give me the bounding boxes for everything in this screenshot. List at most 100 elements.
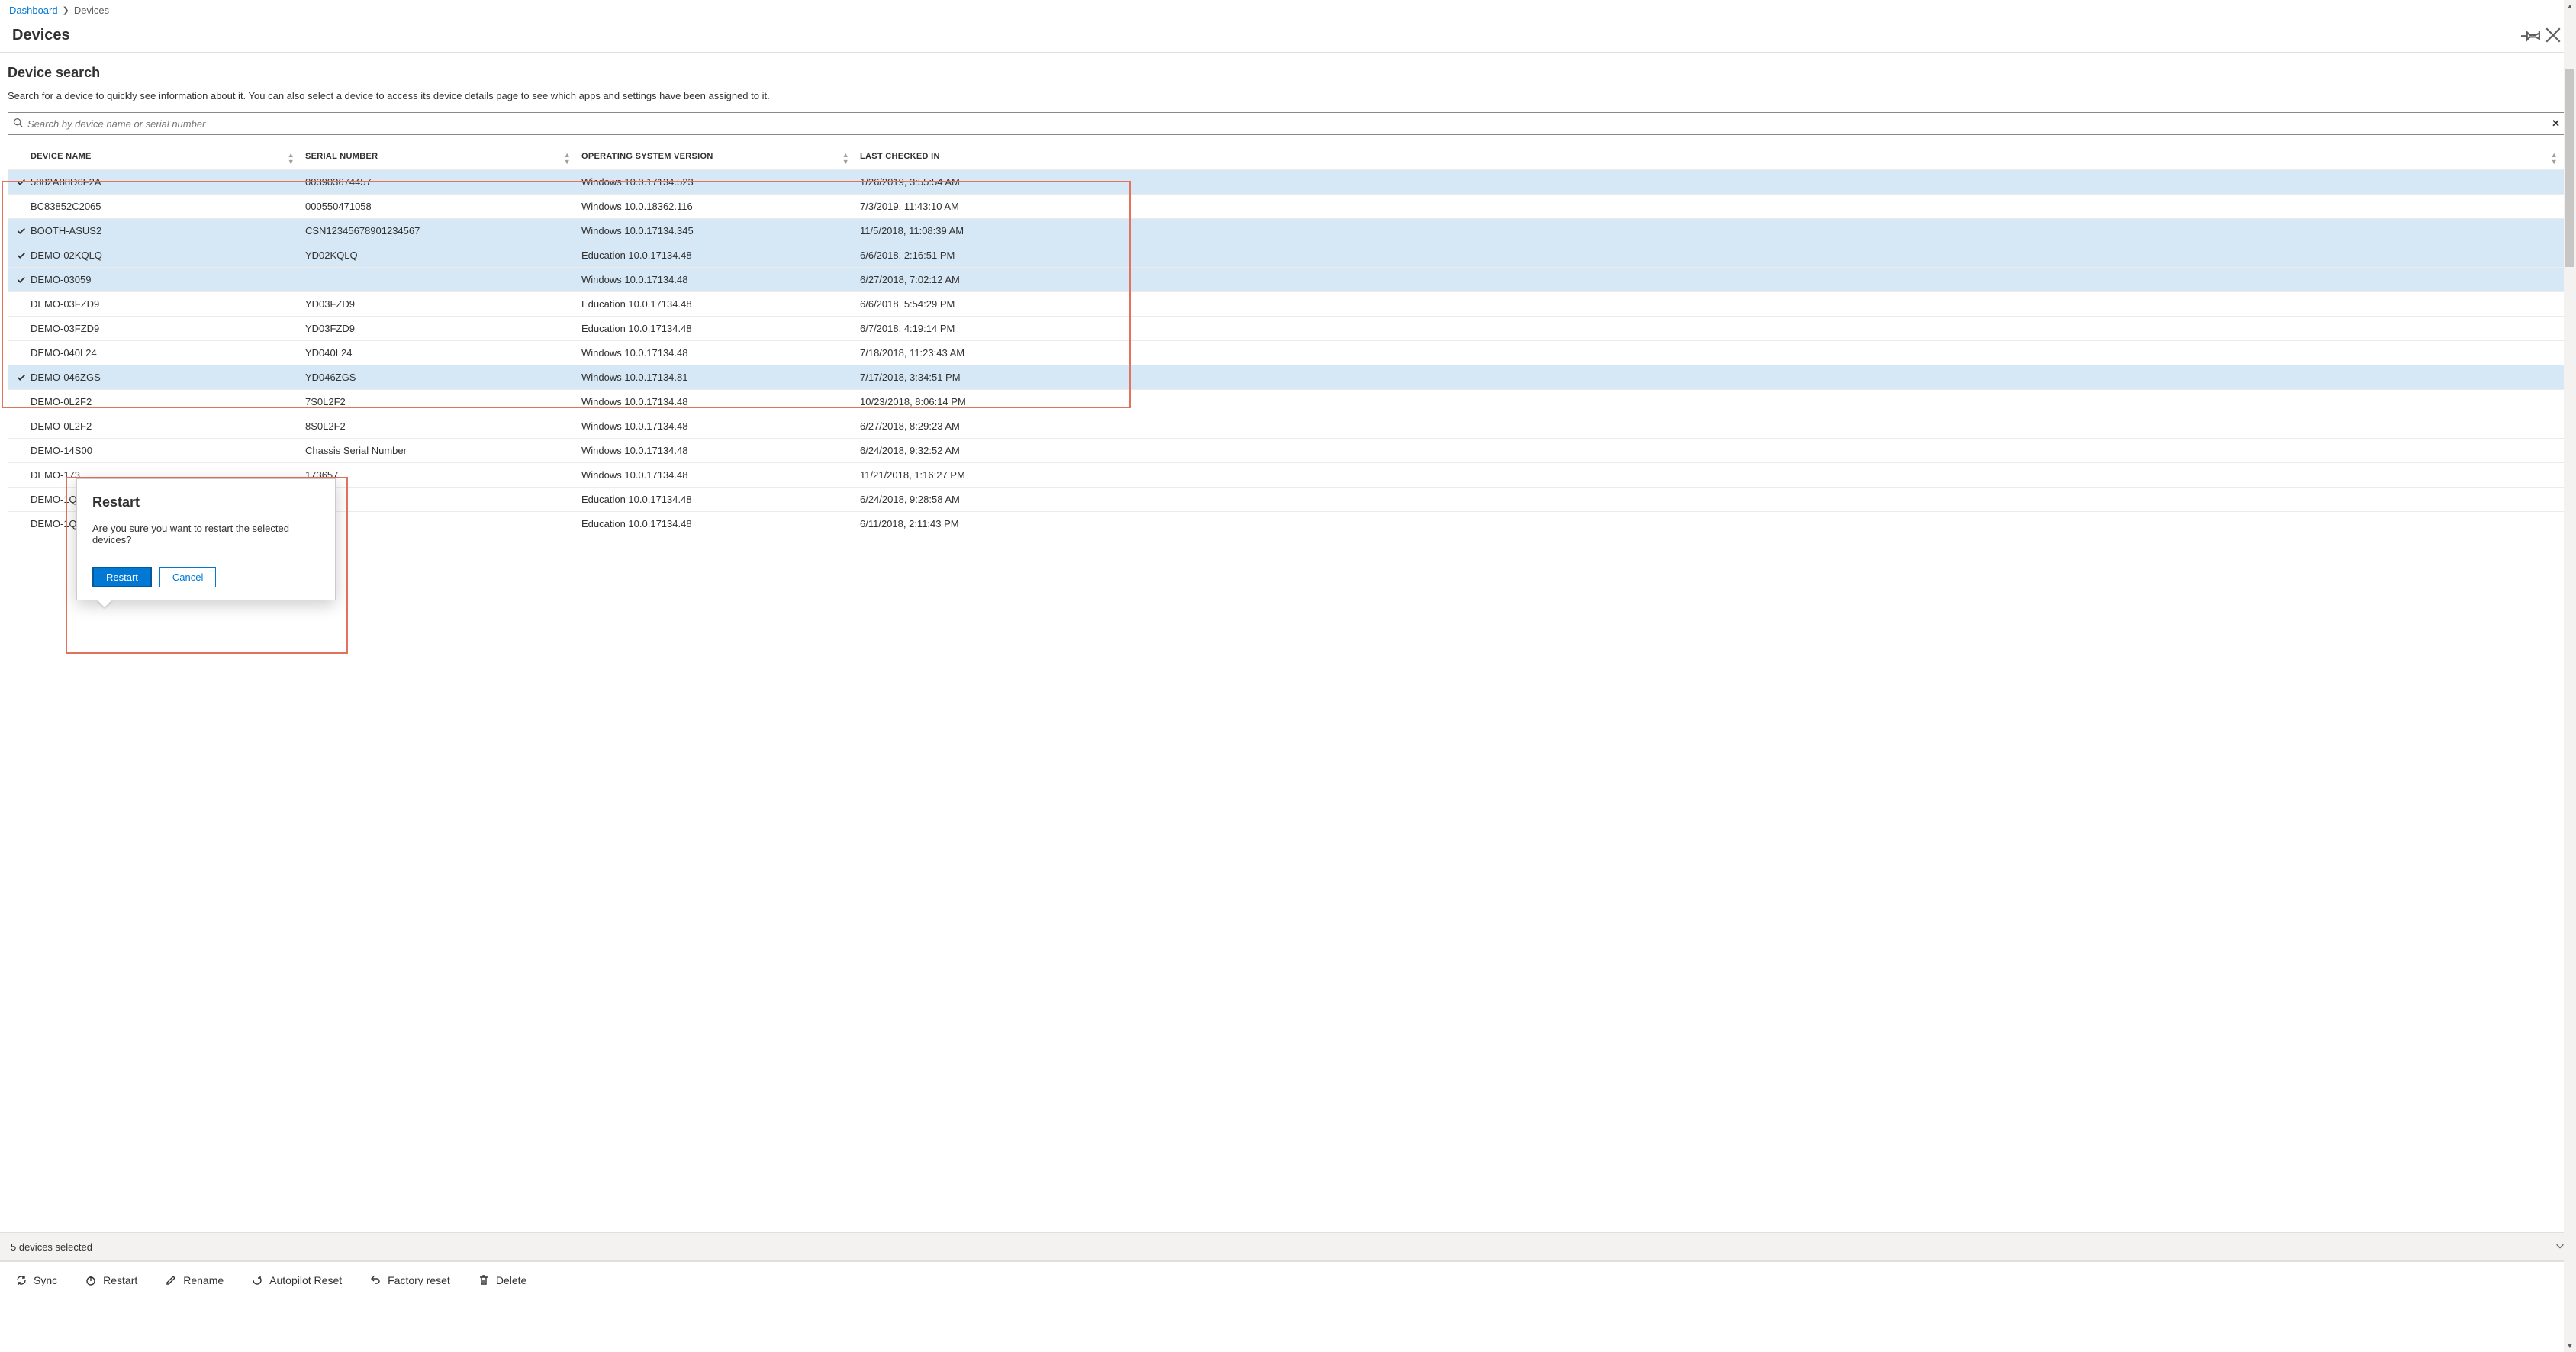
cell-serial: 000550471058	[305, 201, 581, 212]
action-bar: Sync Restart Rename Autopilot Reset Fact…	[0, 1261, 2576, 1298]
cell-checkin: 6/24/2018, 9:28:58 AM	[860, 494, 2568, 505]
table-row[interactable]: DEMO-0L2F27S0L2F2Windows 10.0.17134.4810…	[8, 390, 2568, 414]
pin-icon[interactable]	[2521, 24, 2542, 46]
factory-label: Factory reset	[388, 1274, 450, 1286]
sort-icon: ▲▼	[288, 152, 295, 166]
cell-device-name: BC83852C2065	[31, 201, 305, 212]
factory-reset-button[interactable]: Factory reset	[365, 1271, 455, 1289]
cell-serial: YD03FZD9	[305, 298, 581, 310]
cell-os: Windows 10.0.17134.81	[581, 372, 860, 383]
cell-os: Windows 10.0.18362.116	[581, 201, 860, 212]
undo-icon	[369, 1274, 382, 1286]
table-row[interactable]: DEMO-173173657Windows 10.0.17134.4811/21…	[8, 463, 2568, 488]
cell-serial: 7S0L2F2	[305, 396, 581, 407]
rename-button[interactable]: Rename	[160, 1271, 228, 1289]
sort-icon: ▲▼	[2551, 152, 2558, 166]
section-description: Search for a device to quickly see infor…	[8, 90, 2568, 101]
search-icon	[13, 117, 23, 130]
table-row[interactable]: DEMO-0L2F28S0L2F2Windows 10.0.17134.486/…	[8, 414, 2568, 439]
restart-dialog: Restart Are you sure you want to restart…	[76, 478, 336, 600]
cell-checkin: 6/6/2018, 5:54:29 PM	[860, 298, 2568, 310]
column-header-checkin[interactable]: LAST CHECKED IN▲▼	[860, 152, 2568, 161]
cell-checkin: 6/7/2018, 4:19:14 PM	[860, 323, 2568, 334]
scroll-down-icon[interactable]: ▼	[2564, 1340, 2576, 1352]
cell-checkin: 6/24/2018, 9:32:52 AM	[860, 445, 2568, 456]
table-row[interactable]: DEMO-046ZGSYD046ZGSWindows 10.0.17134.81…	[8, 365, 2568, 390]
search-input[interactable]	[27, 118, 2549, 130]
cell-device-name: DEMO-03FZD9	[31, 323, 305, 334]
table-row[interactable]: 5882A88D6F2A003903674457Windows 10.0.171…	[8, 170, 2568, 195]
clear-search-icon[interactable]: ✕	[2549, 117, 2563, 130]
row-checkbox[interactable]	[12, 372, 31, 383]
cell-serial: Chassis Serial Number	[305, 445, 581, 456]
cell-device-name: DEMO-0L2F2	[31, 420, 305, 432]
breadcrumb: Dashboard ❯ Devices	[0, 0, 2576, 21]
scrollbar[interactable]: ▲ ▼	[2564, 0, 2576, 1352]
delete-button[interactable]: Delete	[473, 1271, 531, 1289]
table-row[interactable]: BOOTH-ASUS2CSN12345678901234567Windows 1…	[8, 219, 2568, 243]
cell-os: Windows 10.0.17134.523	[581, 176, 860, 188]
cell-device-name: DEMO-0L2F2	[31, 396, 305, 407]
cell-device-name: DEMO-03FZD9	[31, 298, 305, 310]
restart-button[interactable]: Restart	[80, 1271, 142, 1289]
table-row[interactable]: DEMO-03059 Windows 10.0.17134.486/27/2018…	[8, 268, 2568, 292]
cell-checkin: 1/26/2019, 3:55:54 AM	[860, 176, 2568, 188]
autopilot-reset-button[interactable]: Autopilot Reset	[246, 1271, 346, 1289]
selection-bar: 5 devices selected	[0, 1232, 2576, 1261]
page-title: Devices	[12, 27, 2521, 44]
cell-os: Education 10.0.17134.48	[581, 249, 860, 261]
cell-serial: CPG	[305, 518, 581, 530]
table-row[interactable]: DEMO-1Q0CPGEducation 10.0.17134.486/11/2…	[8, 512, 2568, 536]
cell-checkin: 11/5/2018, 11:08:39 AM	[860, 225, 2568, 237]
dialog-caret-icon	[97, 600, 112, 607]
cell-device-name: 5882A88D6F2A	[31, 176, 305, 188]
cell-checkin: 6/11/2018, 2:11:43 PM	[860, 518, 2568, 530]
row-checkbox[interactable]	[12, 250, 31, 261]
column-header-name[interactable]: DEVICE NAME▲▼	[31, 152, 305, 161]
search-box[interactable]: ✕	[8, 112, 2568, 135]
cell-serial: 003903674457	[305, 176, 581, 188]
cell-device-name: DEMO-03059	[31, 274, 305, 285]
close-icon[interactable]	[2542, 24, 2564, 46]
autopilot-label: Autopilot Reset	[269, 1274, 342, 1286]
cell-checkin: 6/27/2018, 8:29:23 AM	[860, 420, 2568, 432]
table-row[interactable]: DEMO-02KQLQYD02KQLQEducation 10.0.17134.…	[8, 243, 2568, 268]
cell-serial: YD02KQLQ	[305, 249, 581, 261]
table-row[interactable]: DEMO-1Q0CNAEducation 10.0.17134.486/24/2…	[8, 488, 2568, 512]
row-checkbox[interactable]	[12, 226, 31, 237]
sync-button[interactable]: Sync	[11, 1271, 62, 1289]
cell-device-name: DEMO-040L24	[31, 347, 305, 359]
dialog-confirm-button[interactable]: Restart	[92, 567, 152, 587]
cell-serial: 8S0L2F2	[305, 420, 581, 432]
table-row[interactable]: BC83852C2065000550471058Windows 10.0.183…	[8, 195, 2568, 219]
section-title: Device search	[8, 65, 2568, 81]
table-row[interactable]: DEMO-040L24YD040L24Windows 10.0.17134.48…	[8, 341, 2568, 365]
scroll-up-icon[interactable]: ▲	[2564, 0, 2576, 12]
reset-icon	[251, 1274, 263, 1286]
row-checkbox[interactable]	[12, 275, 31, 285]
sort-icon: ▲▼	[842, 152, 849, 166]
cell-serial: CNA	[305, 494, 581, 505]
rename-label: Rename	[183, 1274, 224, 1286]
dialog-cancel-button[interactable]: Cancel	[159, 567, 216, 587]
table-row[interactable]: DEMO-14S00Chassis Serial NumberWindows 1…	[8, 439, 2568, 463]
table-row[interactable]: DEMO-03FZD9YD03FZD9Education 10.0.17134.…	[8, 292, 2568, 317]
column-header-os[interactable]: OPERATING SYSTEM VERSION▲▼	[581, 152, 860, 161]
cell-device-name: DEMO-02KQLQ	[31, 249, 305, 261]
cell-device-name: BOOTH-ASUS2	[31, 225, 305, 237]
table-row[interactable]: DEMO-03FZD9YD03FZD9Education 10.0.17134.…	[8, 317, 2568, 341]
cell-checkin: 10/23/2018, 8:06:14 PM	[860, 396, 2568, 407]
cell-os: Windows 10.0.17134.48	[581, 274, 860, 285]
row-checkbox[interactable]	[12, 177, 31, 188]
scrollbar-thumb[interactable]	[2565, 69, 2574, 267]
table-body: 5882A88D6F2A003903674457Windows 10.0.171…	[8, 170, 2568, 536]
cell-checkin: 7/18/2018, 11:23:43 AM	[860, 347, 2568, 359]
cell-os: Windows 10.0.17134.48	[581, 469, 860, 481]
cell-os: Education 10.0.17134.48	[581, 298, 860, 310]
page-header: Devices	[0, 21, 2576, 53]
cell-checkin: 6/27/2018, 7:02:12 AM	[860, 274, 2568, 285]
breadcrumb-root-link[interactable]: Dashboard	[9, 5, 58, 16]
cell-serial: YD046ZGS	[305, 372, 581, 383]
cell-os: Windows 10.0.17134.48	[581, 347, 860, 359]
column-header-serial[interactable]: SERIAL NUMBER▲▼	[305, 152, 581, 161]
